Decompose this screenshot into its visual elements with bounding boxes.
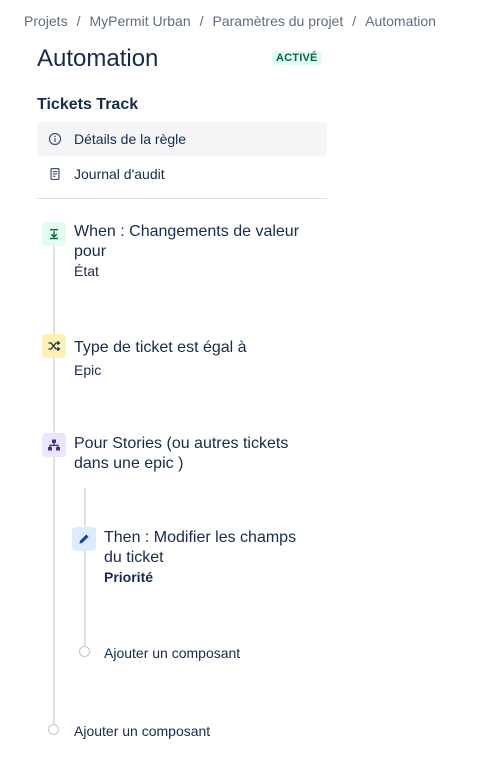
branch-title-line2: dans une epic ) — [74, 455, 184, 472]
trigger-icon — [42, 222, 66, 246]
breadcrumb-project-settings[interactable]: Paramètres du projet — [213, 13, 344, 29]
branch-flow-line — [84, 488, 86, 648]
breadcrumb-automation[interactable]: Automation — [365, 13, 436, 29]
add-component-dot — [48, 724, 59, 735]
action-detail: Priorité — [104, 569, 154, 585]
pencil-icon — [72, 527, 96, 551]
rule-name: Tickets Track — [37, 96, 139, 113]
nav-audit-log-label: Journal d'audit — [74, 166, 165, 182]
breadcrumb-projets[interactable]: Projets — [24, 13, 68, 29]
condition-detail: Epic — [74, 362, 102, 378]
add-component-root-link[interactable]: Ajouter un composant — [74, 723, 210, 739]
branch-icon — [42, 433, 66, 457]
trigger-title-line2: pour — [74, 243, 107, 260]
action-title-line2: du ticket — [104, 549, 164, 566]
trigger-title[interactable]: When : Changements de valeur pour — [74, 222, 299, 262]
trigger-title-line1: When : Changements de valeur — [74, 223, 300, 240]
shuffle-icon — [42, 334, 66, 358]
nav-rule-details-label: Détails de la règle — [74, 131, 187, 147]
condition-title[interactable]: Type de ticket est égal à — [74, 338, 247, 358]
breadcrumb: Projets / MyPermit Urban / Paramètres du pro… — [24, 13, 436, 29]
status-badge: ACTIVÉ — [272, 51, 322, 65]
info-icon — [47, 131, 63, 147]
nav-rule-details[interactable]: Détails de la règle — [37, 122, 327, 156]
branch-title-line1: Pour Stories (ou autres tickets — [74, 435, 289, 452]
breadcrumb-separator: / — [76, 13, 81, 29]
add-component-dot — [79, 646, 90, 657]
action-title-line1: Then : Modifier les champs — [104, 529, 297, 546]
divider — [37, 198, 327, 199]
trigger-detail: État — [74, 263, 99, 279]
audit-log-icon — [47, 166, 63, 182]
rule-flow-line — [53, 245, 55, 726]
breadcrumb-separator: / — [352, 13, 357, 29]
nav-audit-log[interactable]: Journal d'audit — [37, 157, 327, 191]
page-title: Automation — [37, 45, 159, 72]
breadcrumb-separator: / — [199, 13, 204, 29]
breadcrumb-project[interactable]: MyPermit Urban — [89, 13, 190, 29]
add-component-nested-link[interactable]: Ajouter un composant — [104, 645, 240, 661]
action-title[interactable]: Then : Modifier les champs du ticket — [104, 528, 296, 568]
branch-title[interactable]: Pour Stories (ou autres tickets dans une… — [74, 434, 288, 474]
